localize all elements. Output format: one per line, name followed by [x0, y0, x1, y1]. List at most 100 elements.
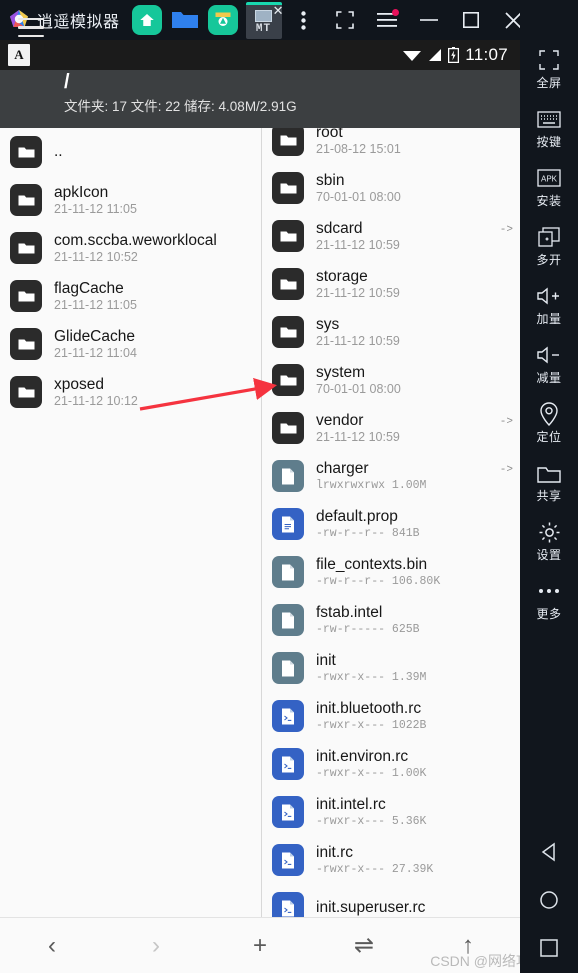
- file-icon: [272, 700, 304, 732]
- hamburger-menu-icon[interactable]: [18, 18, 44, 38]
- file-name: storage: [316, 267, 368, 285]
- left-file-list: .. apkIcon 21-11-12 11:05 com.sccba.weworkl…: [0, 128, 261, 416]
- file-row-text: root 21-08-12 15:01: [316, 128, 401, 157]
- app-tab-strip: MT ✕: [131, 1, 284, 39]
- back-button[interactable]: ‹: [0, 918, 104, 973]
- file-row[interactable]: charger lrwxrwxrwx 1.00M ->: [262, 452, 520, 500]
- file-meta: -rwxr-x--- 1022B: [316, 718, 427, 732]
- file-row[interactable]: fstab.intel -rw-r----- 625B: [262, 596, 520, 644]
- left-file-pane[interactable]: .. apkIcon 21-11-12 11:05 com.sccba.weworkl…: [0, 128, 262, 917]
- symlink-indicator: ->: [499, 224, 513, 236]
- file-row-text: sdcard 21-11-12 10:59: [316, 220, 400, 253]
- file-row[interactable]: system 70-01-01 08:00: [262, 356, 520, 404]
- file-meta: 70-01-01 08:00: [316, 189, 401, 204]
- maximize-icon[interactable]: [450, 0, 492, 40]
- sidebar-item-label: 更多: [536, 607, 562, 621]
- more-options-icon[interactable]: [282, 0, 324, 40]
- sidebar-item-shared-folder[interactable]: 共享: [520, 453, 578, 512]
- sidebar-item-volume-up[interactable]: 加量: [520, 276, 578, 335]
- folder-app-icon[interactable]: [170, 5, 200, 35]
- file-row[interactable]: GlideCache 21-11-12 11:04: [0, 320, 261, 368]
- add-button[interactable]: +: [208, 918, 312, 973]
- file-name: default.prop: [316, 507, 398, 525]
- settings-app-icon[interactable]: [207, 5, 238, 35]
- file-row[interactable]: sdcard 21-11-12 10:59 ->: [262, 212, 520, 260]
- file-row[interactable]: sys 21-11-12 10:59: [262, 308, 520, 356]
- file-row[interactable]: xposed 21-11-12 10:12: [0, 368, 261, 416]
- symlink-indicator: ->: [499, 464, 513, 476]
- file-row[interactable]: com.sccba.weworklocal 21-11-12 10:52: [0, 224, 261, 272]
- file-row-text: ..: [54, 136, 63, 168]
- sidebar-item-location[interactable]: 定位: [520, 394, 578, 453]
- file-row[interactable]: flagCache 21-11-12 11:05: [0, 272, 261, 320]
- emulator-sidebar: 全屏按键 APK 安装多开加量 减量 定位共享设置更多: [520, 0, 578, 973]
- file-name: init.intel.rc: [316, 795, 386, 813]
- sidebar-item-label: 按键: [536, 135, 562, 149]
- menu-notification-badge: [392, 9, 399, 16]
- file-row-text: init.intel.rc -rwxr-x--- 5.36K: [316, 796, 426, 829]
- file-meta: 21-11-12 10:12: [54, 393, 138, 408]
- sidebar-item-label: 全屏: [536, 76, 562, 90]
- sidebar-item-fullscreen[interactable]: 全屏: [520, 40, 578, 99]
- sidebar-item-label: 安装: [536, 194, 562, 208]
- right-file-pane[interactable]: root 21-08-12 15:01 sbin 70-01-01 08:00 sdca…: [262, 128, 520, 917]
- file-row[interactable]: vendor 21-11-12 10:59 ->: [262, 404, 520, 452]
- android-back-icon[interactable]: [536, 839, 562, 865]
- file-row-text: init.environ.rc -rwxr-x--- 1.00K: [316, 748, 426, 781]
- folder-icon: [272, 316, 304, 348]
- signal-icon: [429, 49, 442, 61]
- shared-folder-icon: [537, 461, 561, 485]
- file-meta: 21-11-12 10:59: [316, 429, 400, 444]
- screenshot-icon[interactable]: [324, 0, 366, 40]
- file-row[interactable]: root 21-08-12 15:01: [262, 128, 520, 164]
- file-row[interactable]: sbin 70-01-01 08:00: [262, 164, 520, 212]
- android-recents-icon[interactable]: [536, 935, 562, 961]
- file-meta: -rw-r----- 625B: [316, 622, 420, 636]
- mt-manager-tab[interactable]: MT ✕: [245, 1, 284, 39]
- sidebar-item-volume-down[interactable]: 减量: [520, 335, 578, 394]
- current-path: /: [64, 71, 70, 93]
- file-meta: 21-11-12 10:52: [54, 249, 138, 264]
- sidebar-item-label: 多开: [536, 253, 562, 267]
- file-name: sbin: [316, 171, 345, 189]
- android-home-icon[interactable]: [536, 887, 562, 913]
- wifi-icon: [403, 51, 422, 61]
- file-row[interactable]: init.environ.rc -rwxr-x--- 1.00K: [262, 740, 520, 788]
- settings-gear-icon: [538, 520, 561, 544]
- file-panes: .. apkIcon 21-11-12 11:05 com.sccba.weworkl…: [0, 128, 520, 917]
- file-row-text: file_contexts.bin -rw-r--r-- 106.80K: [316, 556, 440, 589]
- file-meta: -rwxr-x--- 5.36K: [316, 814, 427, 828]
- file-row[interactable]: storage 21-11-12 10:59: [262, 260, 520, 308]
- file-row[interactable]: ..: [0, 128, 261, 176]
- file-row[interactable]: apkIcon 21-11-12 11:05: [0, 176, 261, 224]
- sidebar-item-label: 共享: [536, 489, 562, 503]
- file-row[interactable]: file_contexts.bin -rw-r--r-- 106.80K: [262, 548, 520, 596]
- file-icon: [272, 844, 304, 876]
- home-app-icon[interactable]: [131, 5, 162, 35]
- file-icon: [272, 748, 304, 780]
- file-row[interactable]: init.bluetooth.rc -rwxr-x--- 1022B: [262, 692, 520, 740]
- sidebar-item-keyboard[interactable]: 按键: [520, 99, 578, 158]
- file-row[interactable]: init -rwxr-x--- 1.39M: [262, 644, 520, 692]
- file-row-text: charger lrwxrwxrwx 1.00M: [316, 460, 426, 493]
- sidebar-item-settings-gear[interactable]: 设置: [520, 512, 578, 571]
- file-row[interactable]: init.rc -rwxr-x--- 27.39K: [262, 836, 520, 884]
- sidebar-item-more-dots[interactable]: 更多: [520, 571, 578, 630]
- file-icon: [272, 556, 304, 588]
- file-row-text: init.superuser.rc: [316, 892, 425, 917]
- android-navigation-bar: [520, 839, 578, 973]
- minimize-icon[interactable]: [408, 0, 450, 40]
- file-row[interactable]: default.prop -rw-r--r-- 841B: [262, 500, 520, 548]
- swap-panes-button[interactable]: ⇌: [312, 918, 416, 973]
- menu-icon[interactable]: [366, 0, 408, 40]
- file-row-text: init -rwxr-x--- 1.39M: [316, 652, 426, 685]
- file-row[interactable]: init.intel.rc -rwxr-x--- 5.36K: [262, 788, 520, 836]
- file-row[interactable]: init.superuser.rc: [262, 884, 520, 917]
- file-row-text: com.sccba.weworklocal 21-11-12 10:52: [54, 232, 217, 265]
- sidebar-item-apk-install[interactable]: APK 安装: [520, 158, 578, 217]
- sidebar-item-multi-window[interactable]: 多开: [520, 217, 578, 276]
- keyboard-icon: [537, 107, 561, 131]
- more-dots-icon: [537, 579, 561, 603]
- file-name: root: [316, 128, 343, 141]
- file-meta: 21-11-12 10:59: [316, 285, 400, 300]
